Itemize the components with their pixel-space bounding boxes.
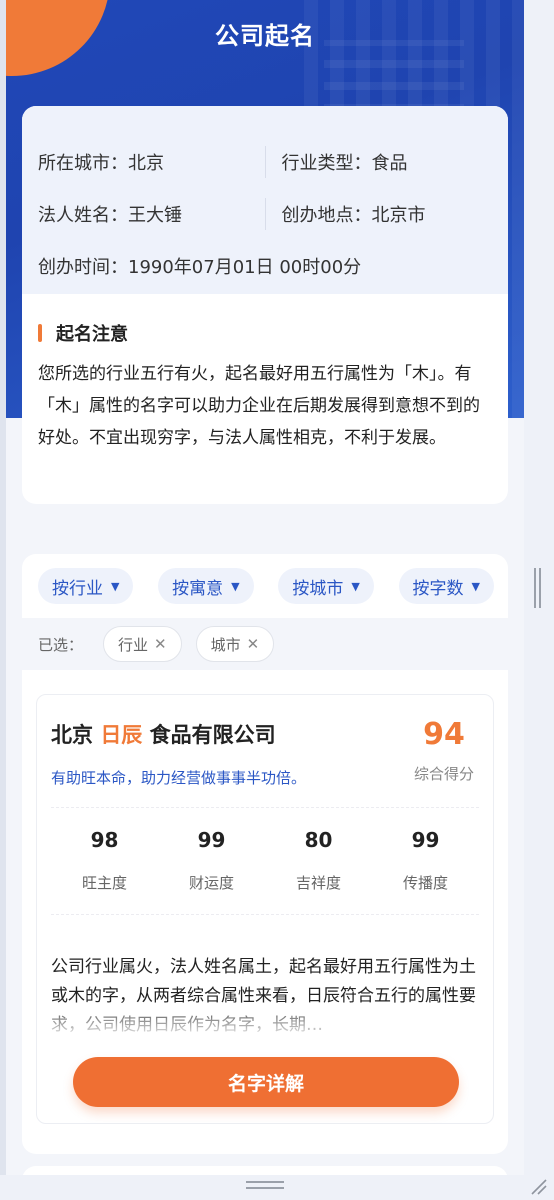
naming-tip: 起名注意 您所选的行业五行有火，起名最好用五行属性为「木」。有「木」属性的名字可… — [22, 294, 508, 454]
scrollbar-handle[interactable] — [534, 568, 542, 608]
filter-city[interactable]: 按城市 ▼ — [278, 568, 374, 604]
overall-score: 94 综合得分 — [409, 719, 479, 807]
divider — [264, 146, 266, 178]
name-subtitle: 有助旺本命，助力经营做事事半功倍。 — [51, 769, 307, 787]
name-description: 公司行业属火，法人姓名属土，起名最好用五行属性为土或木的字，从两者综合属性来看，… — [51, 953, 479, 1040]
tip-heading: 起名注意 — [56, 324, 128, 345]
location-field: 创办地点：北京市 — [281, 205, 426, 226]
close-icon[interactable]: ✕ — [154, 635, 167, 653]
filter-meaning[interactable]: 按寓意 ▼ — [158, 568, 254, 604]
industry-field: 行业类型：食品 — [281, 153, 408, 174]
score-label: 综合得分 — [413, 765, 474, 783]
close-icon[interactable]: ✕ — [247, 635, 260, 653]
filter-char-count[interactable]: 按字数 ▼ — [398, 568, 494, 604]
caret-down-icon: ▼ — [231, 579, 240, 593]
metric-wangzhu: 98 旺主度 — [81, 828, 127, 892]
name-highlight: 日辰 — [100, 723, 143, 747]
filter-bar: 按行业 ▼ 按寓意 ▼ 按城市 ▼ 按字数 ▼ — [22, 554, 508, 618]
caret-down-icon: ▼ — [471, 579, 480, 593]
city-field: 所在城市：北京 — [38, 153, 164, 174]
chip-city[interactable]: 城市 ✕ — [195, 626, 275, 662]
next-result-card[interactable] — [22, 1166, 508, 1175]
score-value: 94 — [423, 717, 465, 752]
app-frame: 公司起名 所在城市：北京 行业类型：食品 法人姓名：王大锤 创办地点：北京市 创… — [0, 0, 524, 1175]
metric-caiyun: 99 财运度 — [188, 828, 234, 892]
filter-industry[interactable]: 按行业 ▼ — [38, 568, 134, 604]
company-name: 北京 日辰 食品有限公司 — [51, 723, 276, 747]
caret-down-icon: ▼ — [111, 579, 120, 593]
metric-chuanbo: 99 传播度 — [402, 828, 448, 892]
divider — [264, 198, 266, 230]
founded-field: 创办时间：1990年07月01日 00时00分 — [38, 257, 362, 278]
info-summary: 所在城市：北京 行业类型：食品 法人姓名：王大锤 创办地点：北京市 创办时间：1… — [22, 106, 508, 294]
results-card: 按行业 ▼ 按寓意 ▼ 按城市 ▼ 按字数 ▼ 已选： 行业 ✕ 城市 ✕ 北京 日辰 食品… — [22, 554, 508, 1154]
legal-name-field: 法人姓名：王大锤 — [38, 205, 182, 226]
caret-down-icon: ▼ — [351, 579, 360, 593]
info-card: 所在城市：北京 行业类型：食品 法人姓名：王大锤 创办地点：北京市 创办时间：1… — [22, 106, 508, 504]
selected-label: 已选： — [38, 635, 84, 654]
metric-jixiang: 80 吉祥度 — [295, 828, 341, 892]
drag-grip-icon[interactable] — [246, 1181, 284, 1193]
selected-filters: 已选： 行业 ✕ 城市 ✕ — [22, 618, 508, 670]
name-detail-button[interactable]: 名字详解 — [73, 1057, 459, 1107]
name-result-card[interactable]: 北京 日辰 食品有限公司 有助旺本命，助力经营做事事半功倍。 94 综合得分 9… — [36, 694, 494, 1124]
metrics-row: 98 旺主度 99 财运度 80 吉祥度 99 传播度 — [51, 807, 479, 915]
page-title: 公司起名 — [215, 22, 315, 50]
chip-industry[interactable]: 行业 ✕ — [103, 626, 182, 662]
resize-handle-icon[interactable] — [528, 1176, 548, 1196]
tip-text: 您所选的行业五行有火，起名最好用五行属性为「木」。有「木」属性的名字可以助力企业… — [38, 364, 480, 448]
accent-bar — [38, 324, 42, 342]
